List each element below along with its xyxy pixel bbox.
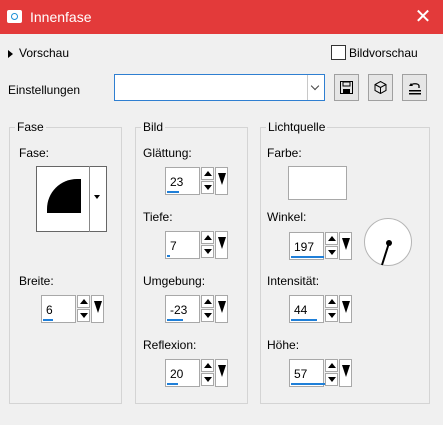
umgebung-slider-button[interactable] (215, 295, 228, 323)
tiefe-spinner[interactable]: 7 (165, 231, 254, 259)
hoehe-input[interactable]: 57 (289, 359, 329, 387)
glaettung-spinner[interactable]: 23 (165, 167, 254, 195)
intensitaet-increment[interactable] (325, 295, 338, 308)
hoehe-increment[interactable] (325, 359, 338, 372)
reset-icon (409, 83, 421, 95)
tiefe-label: Tiefe: (143, 210, 173, 224)
close-button[interactable]: ✕ (410, 5, 436, 29)
hoehe-slider-button[interactable] (339, 359, 352, 387)
hoehe-label: Höhe: (267, 338, 300, 352)
glaettung-label: Glättung: (143, 146, 192, 160)
farbe-label: Farbe: (267, 146, 302, 160)
tiefe-input[interactable]: 7 (165, 231, 200, 259)
intensitaet-spinner[interactable]: 44 (289, 295, 378, 323)
cube-icon (374, 81, 387, 94)
winkel-input[interactable]: 197 (289, 232, 324, 260)
settings-dropdown[interactable] (114, 74, 325, 101)
breite-slider-button[interactable] (91, 295, 104, 323)
reflexion-decrement[interactable] (201, 373, 214, 386)
glaettung-increment[interactable] (201, 167, 214, 180)
lichtquelle-group-title: Lichtquelle (266, 120, 328, 134)
save-icon (340, 81, 353, 94)
save-settings-button[interactable] (334, 74, 359, 101)
reflexion-input[interactable]: 20 (165, 359, 200, 387)
fase-dropdown-button[interactable] (89, 166, 108, 232)
tiefe-decrement[interactable] (201, 245, 214, 258)
quarter-circle-shape-icon (47, 179, 81, 213)
glaettung-input[interactable]: 23 (165, 167, 200, 195)
tiefe-increment[interactable] (201, 231, 214, 244)
hoehe-decrement[interactable] (325, 373, 338, 386)
breite-spinner[interactable]: 6 (41, 295, 130, 323)
glaettung-slider-button[interactable] (215, 167, 228, 195)
randomize-button[interactable] (368, 74, 393, 101)
breite-input[interactable]: 6 (41, 295, 76, 323)
hoehe-spinner[interactable]: 57 (289, 359, 378, 387)
reset-button[interactable] (402, 74, 427, 101)
settings-label: Einstellungen (8, 83, 81, 97)
window-title: Innenfase (30, 9, 92, 25)
winkel-label: Winkel: (267, 210, 307, 224)
fase-group-title: Fase (15, 120, 46, 134)
umgebung-spinner[interactable]: -23 (165, 295, 254, 323)
angle-needle-icon (381, 240, 392, 266)
expand-triangle-icon (8, 49, 13, 58)
intensitaet-decrement[interactable] (325, 309, 338, 322)
breite-increment[interactable] (77, 295, 90, 308)
glaettung-decrement[interactable] (201, 181, 214, 194)
umgebung-input[interactable]: -23 (165, 295, 200, 323)
reflexion-spinner[interactable]: 20 (165, 359, 254, 387)
winkel-decrement[interactable] (325, 246, 338, 259)
reflexion-increment[interactable] (201, 359, 214, 372)
image-preview-checkbox[interactable] (331, 45, 346, 60)
winkel-increment[interactable] (325, 232, 338, 245)
image-preview-label: Bildvorschau (349, 46, 418, 60)
preview-label: Vorschau (19, 46, 70, 60)
winkel-slider-button[interactable] (339, 232, 352, 260)
farbe-color-swatch[interactable] (288, 166, 347, 200)
breite-label: Breite: (19, 274, 54, 288)
fase-label: Fase: (19, 146, 50, 160)
preview-toggle[interactable]: Vorschau (8, 46, 69, 60)
tiefe-slider-button[interactable] (215, 231, 228, 259)
reflexion-slider-button[interactable] (215, 359, 228, 387)
chevron-down-icon (307, 75, 324, 100)
breite-decrement[interactable] (77, 309, 90, 322)
intensitaet-label: Intensität: (267, 274, 320, 288)
reflexion-label: Reflexion: (143, 338, 197, 352)
camera-icon (7, 10, 22, 23)
umgebung-decrement[interactable] (201, 309, 214, 322)
umgebung-increment[interactable] (201, 295, 214, 308)
bild-group-title: Bild (141, 120, 166, 134)
winkel-dial[interactable] (364, 218, 412, 266)
intensitaet-input[interactable]: 44 (289, 295, 324, 323)
umgebung-label: Umgebung: (143, 274, 206, 288)
intensitaet-slider-button[interactable] (339, 295, 352, 323)
title-bar: Innenfase ✕ (0, 0, 443, 34)
